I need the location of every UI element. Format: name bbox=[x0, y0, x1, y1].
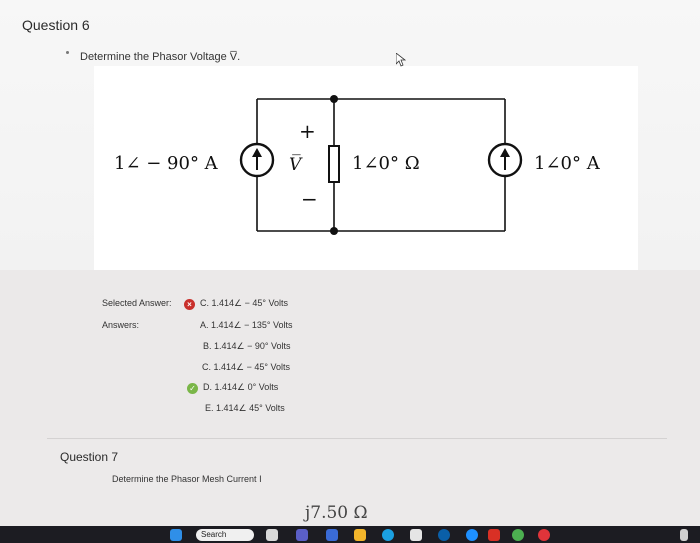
answer-option-a: A. 1.414∠ − 135° Volts bbox=[200, 320, 293, 330]
circuit-diagram: 1∠ − 90° A + V̅ − 1∠0° Ω 1∠0° A bbox=[114, 95, 601, 235]
resistor bbox=[328, 145, 340, 183]
dell-icon[interactable] bbox=[438, 529, 450, 541]
mcafee-icon[interactable] bbox=[488, 529, 500, 541]
selected-answer-value: C. 1.414∠ − 45° Volts bbox=[200, 298, 288, 308]
file-explorer-icon[interactable] bbox=[354, 529, 366, 541]
app-icon[interactable] bbox=[538, 529, 550, 541]
question-7-header: Question 7 bbox=[60, 450, 119, 464]
store-icon[interactable] bbox=[410, 529, 422, 541]
mouse-cursor-icon bbox=[396, 53, 406, 67]
left-source-label: 1∠ − 90° A bbox=[114, 153, 219, 174]
answer-option-e: E. 1.414∠ 45° Volts bbox=[205, 403, 285, 413]
voltage-symbol: V̅ bbox=[289, 154, 303, 175]
junction-top bbox=[330, 95, 338, 103]
resistor-label: 1∠0° Ω bbox=[352, 153, 420, 174]
selected-answer-label: Selected Answer: bbox=[102, 298, 172, 308]
windows-start-icon[interactable] bbox=[170, 529, 182, 541]
left-source-arrowhead bbox=[252, 148, 262, 157]
right-source-arrowhead bbox=[500, 148, 510, 157]
answer-area bbox=[0, 270, 700, 440]
question-6-prompt: Determine the Phasor Voltage V̅. bbox=[80, 51, 241, 63]
right-source-label: 1∠0° A bbox=[534, 153, 601, 174]
answer-option-b: B. 1.414∠ − 90° Volts bbox=[203, 341, 291, 351]
section-divider bbox=[47, 438, 667, 439]
question-7-partial-value: j7.50 Ω bbox=[305, 503, 368, 523]
task-view-icon[interactable] bbox=[266, 529, 278, 541]
taskbar-search-box[interactable]: Search bbox=[196, 529, 254, 541]
edge-browser-icon[interactable] bbox=[382, 529, 394, 541]
bullet-dot bbox=[66, 51, 69, 54]
question-6-header: Question 6 bbox=[22, 17, 90, 33]
junction-bottom bbox=[330, 227, 338, 235]
plus-sign: + bbox=[299, 119, 316, 143]
system-tray-chevron-icon[interactable] bbox=[680, 529, 688, 541]
answers-label: Answers: bbox=[102, 320, 140, 330]
windows-taskbar bbox=[0, 526, 700, 543]
incorrect-icon: × bbox=[184, 299, 195, 310]
circuit-diagram-panel: 1∠ − 90° A + V̅ − 1∠0° Ω 1∠0° A bbox=[94, 66, 638, 270]
teams-icon[interactable] bbox=[296, 529, 308, 541]
search-label: Search bbox=[201, 530, 227, 539]
correct-check-icon: ✓ bbox=[187, 383, 198, 394]
cortana-icon[interactable] bbox=[466, 529, 478, 541]
question-7-prompt: Determine the Phasor Mesh Current I bbox=[112, 474, 262, 484]
answer-option-c: C. 1.414∠ − 45° Volts bbox=[202, 362, 290, 372]
answer-option-d: D. 1.414∠ 0° Volts bbox=[203, 382, 279, 392]
chrome-icon[interactable] bbox=[512, 529, 524, 541]
widgets-icon[interactable] bbox=[326, 529, 338, 541]
minus-sign: − bbox=[301, 187, 318, 211]
